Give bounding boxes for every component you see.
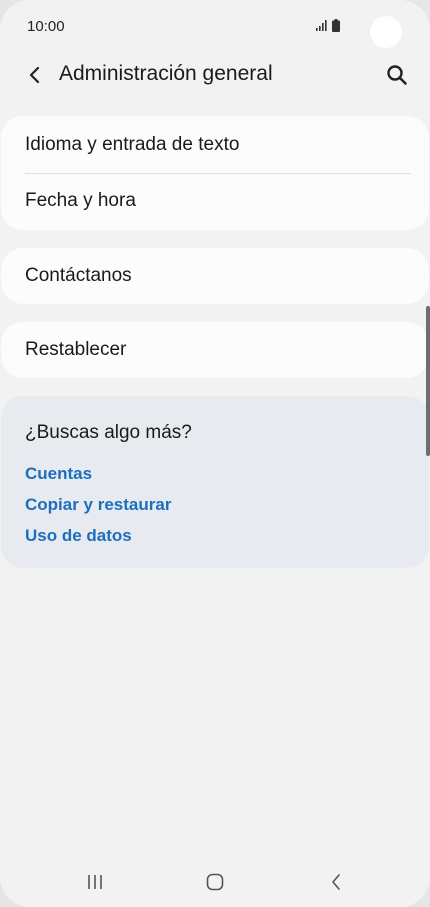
navigation-bar [0,858,430,907]
home-icon[interactable] [206,873,224,891]
suggestion-link-cuentas[interactable]: Cuentas [25,464,92,484]
phone-screen: 10:00 Administración general Idioma y en… [0,0,430,907]
header: Administración general [0,56,430,96]
menu-item-idioma[interactable]: Idioma y entrada de texto [1,116,429,173]
suggestion-link-copiar-restaurar[interactable]: Copiar y restaurar [25,495,171,515]
signal-icon [316,20,327,31]
battery-icon [332,19,340,32]
menu-item-label: Restablecer [25,339,127,360]
suggestions-card: ¿Buscas algo más? Cuentas Copiar y resta… [1,396,429,568]
scrollbar[interactable] [426,306,430,456]
recent-apps-icon[interactable] [86,874,104,890]
page-title: Administración general [59,62,273,85]
settings-group-1: Idioma y entrada de texto Fecha y hora [1,116,429,230]
settings-group-3: Restablecer [1,322,429,378]
suggestions-title: ¿Buscas algo más? [25,422,192,443]
camera-cutout [370,16,402,48]
back-nav-icon[interactable] [330,873,342,891]
suggestion-link-uso-datos[interactable]: Uso de datos [25,526,132,546]
search-icon[interactable] [386,64,408,86]
status-bar: 10:00 [0,0,430,56]
chevron-left-icon[interactable] [26,64,44,86]
menu-item-label: Contáctanos [25,265,132,286]
menu-item-restablecer[interactable]: Restablecer [1,322,429,378]
menu-item-label: Idioma y entrada de texto [25,134,240,155]
menu-item-contactanos[interactable]: Contáctanos [1,248,429,304]
menu-item-fecha-hora[interactable]: Fecha y hora [1,174,429,230]
status-time: 10:00 [27,18,65,35]
settings-group-2: Contáctanos [1,248,429,304]
menu-item-label: Fecha y hora [25,190,136,211]
